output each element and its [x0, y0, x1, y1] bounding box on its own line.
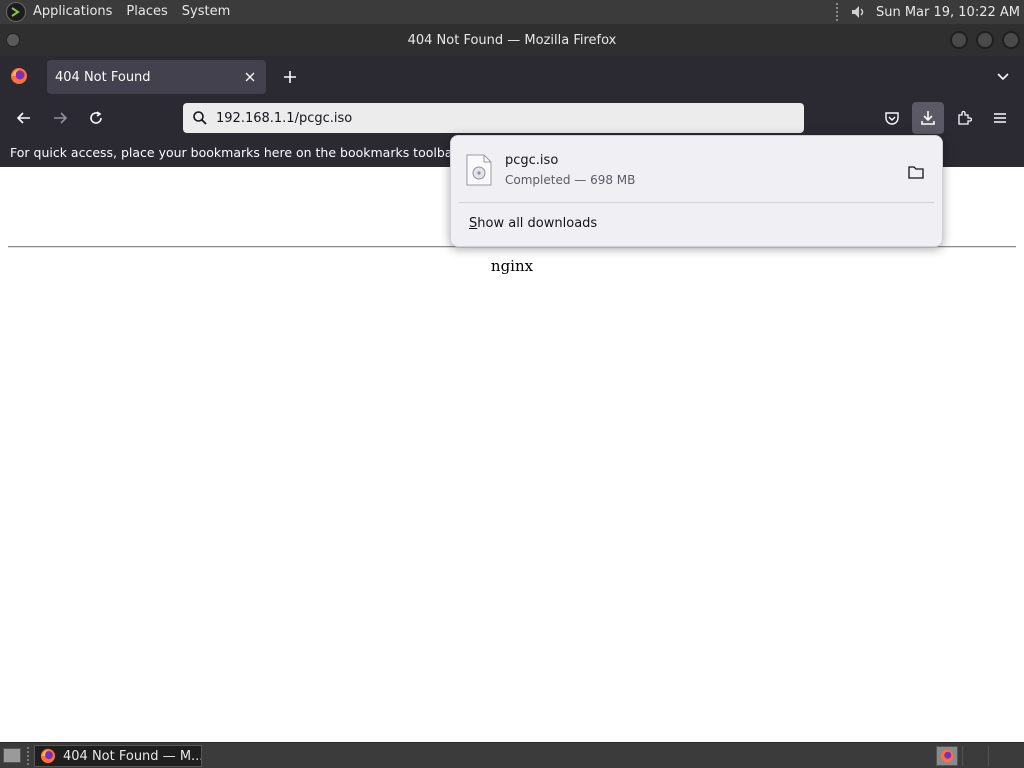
new-tab-icon[interactable]: [280, 67, 300, 87]
disc-file-icon: [466, 154, 492, 186]
maximize-button[interactable]: [976, 31, 994, 49]
places-menu[interactable]: Places: [119, 0, 174, 24]
workspace-2[interactable]: [962, 746, 984, 766]
taskbar-firefox-window[interactable]: 404 Not Found — M...: [34, 745, 202, 767]
bookmarks-hint-text: For quick access, place your bookmarks h…: [10, 145, 461, 160]
download-status: Completed — 698 MB: [505, 173, 636, 187]
top-panel: Applications Places System Sun Mar 19, 1…: [0, 0, 1024, 24]
search-icon: [192, 110, 208, 126]
window-title-bar[interactable]: 404 Not Found — Mozilla Firefox: [0, 24, 1024, 56]
downloads-panel: pcgc.iso Completed — 698 MB Show all dow…: [450, 135, 943, 247]
workspace-1[interactable]: [936, 746, 958, 766]
page-content: 404 nginx: [0, 167, 1024, 742]
download-item[interactable]: pcgc.iso Completed — 698 MB: [459, 146, 936, 198]
volume-icon[interactable]: [848, 2, 868, 22]
taskbar-grip: [27, 747, 29, 765]
reload-icon[interactable]: [84, 106, 108, 130]
workspace-3[interactable]: [988, 746, 1010, 766]
navigation-toolbar: 192.168.1.1/pcgc.iso: [0, 97, 1024, 139]
firefox-logo-icon[interactable]: [10, 67, 28, 85]
chevron-down-icon[interactable]: [994, 67, 1012, 85]
close-tab-icon[interactable]: [242, 69, 258, 85]
download-arrow-icon: [921, 111, 935, 125]
taskbar-window-label: 404 Not Found — M...: [63, 748, 202, 764]
minimize-button[interactable]: [950, 31, 968, 49]
show-all-downloads-button[interactable]: Show all downloads: [469, 216, 597, 231]
bottom-taskbar: 404 Not Found — M...: [0, 742, 1024, 768]
panel-divider: [459, 202, 934, 203]
firefox-logo-icon: [940, 749, 954, 763]
hamburger-menu-icon[interactable]: [988, 106, 1012, 130]
download-file-name: pcgc.iso: [505, 153, 559, 168]
show-all-label: how all downloads: [477, 216, 598, 231]
system-menu[interactable]: System: [175, 0, 237, 24]
panel-grip: [835, 3, 838, 21]
clock[interactable]: Sun Mar 19, 10:22 AM: [876, 5, 1024, 20]
extensions-icon[interactable]: [952, 106, 976, 130]
tab-strip: 404 Not Found: [0, 56, 1024, 97]
firefox-logo-icon: [40, 748, 56, 764]
tab-404-not-found[interactable]: 404 Not Found: [47, 60, 266, 94]
url-bar[interactable]: 192.168.1.1/pcgc.iso: [183, 103, 804, 133]
folder-icon[interactable]: [904, 160, 928, 184]
show-desktop-icon[interactable]: [3, 748, 21, 763]
server-name: nginx: [490, 257, 534, 275]
back-arrow-icon[interactable]: [12, 106, 36, 130]
mint-logo-icon[interactable]: [6, 2, 26, 22]
window-title: 404 Not Found — Mozilla Firefox: [407, 32, 617, 48]
url-text[interactable]: 192.168.1.1/pcgc.iso: [216, 111, 352, 126]
window-menu-button[interactable]: [6, 33, 20, 47]
pocket-icon[interactable]: [880, 106, 904, 130]
close-window-button[interactable]: [1002, 31, 1020, 49]
tab-label: 404 Not Found: [55, 69, 151, 85]
downloads-button[interactable]: [912, 102, 944, 134]
forward-arrow-icon[interactable]: [48, 106, 72, 130]
applications-menu[interactable]: Applications: [26, 0, 119, 24]
